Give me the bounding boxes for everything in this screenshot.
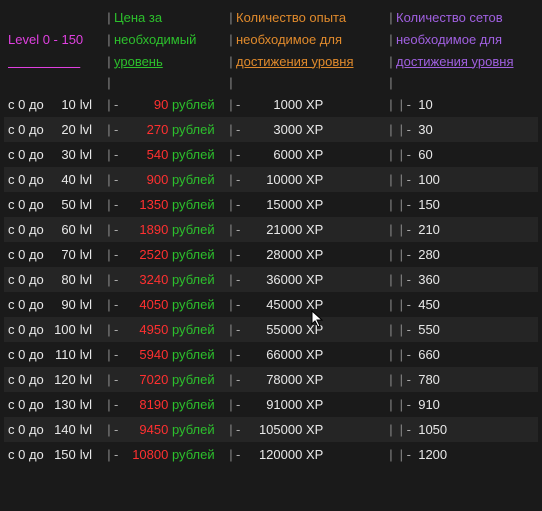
sets-cell: | - 660 [396,347,536,362]
level-cell: с 0 до110lvl [8,347,104,362]
xp-cell: -55000 XP [236,322,386,337]
table-row: с 0 до130lvl|-8190 рублей|-91000 XP| | -… [4,392,538,417]
level-cell: с 0 до20lvl [8,122,104,137]
table-row: с 0 до10lvl|-90 рублей|-1000 XP| | - 10 [4,92,538,117]
level-cell: с 0 до70lvl [8,247,104,262]
level-cell: с 0 до50lvl [8,197,104,212]
xp-cell: -66000 XP [236,347,386,362]
table-row: с 0 до60lvl|-1890 рублей|-21000 XP| | - … [4,217,538,242]
level-cell: с 0 до40lvl [8,172,104,187]
price-cell: -7020 рублей [114,372,226,387]
table-row: с 0 до30lvl|-540 рублей|-6000 XP| | - 60 [4,142,538,167]
level-cell: с 0 до140lvl [8,422,104,437]
header-price-3: уровень [114,54,226,69]
sets-cell: | - 10 [396,97,536,112]
sets-cell: | - 280 [396,247,536,262]
table-row: с 0 до80lvl|-3240 рублей|-36000 XP| | - … [4,267,538,292]
level-cell: с 0 до90lvl [8,297,104,312]
sets-cell: | - 780 [396,372,536,387]
level-cell: с 0 до10lvl [8,97,104,112]
price-cell: -4050 рублей [114,297,226,312]
table-row: с 0 до20lvl|-270 рублей|-3000 XP| | - 30 [4,117,538,142]
header-row-1: | Цена за | Количество опыта | Количеств… [4,6,538,28]
price-cell: -5940 рублей [114,347,226,362]
xp-cell: -10000 XP [236,172,386,187]
header-price-1: Цена за [114,10,226,25]
sets-cell: | - 1050 [396,422,536,437]
price-cell: -8190 рублей [114,397,226,412]
sets-cell: | - 1200 [396,447,536,462]
xp-cell: -3000 XP [236,122,386,137]
price-cell: -2520 рублей [114,247,226,262]
price-cell: -540 рублей [114,147,226,162]
header-sets-1: Количество сетов [396,10,536,25]
table-row: с 0 до50lvl|-1350 рублей|-15000 XP| | - … [4,192,538,217]
table-title: Level 0 - 150 [8,32,104,47]
price-cell: -90 рублей [114,97,226,112]
header-row-3: | уровень | достижения уровня | достижен… [4,50,538,72]
price-cell: -1350 рублей [114,197,226,212]
header-row-2: Level 0 - 150 | необходимый | необходимо… [4,28,538,50]
level-cell: с 0 до80lvl [8,272,104,287]
sets-cell: | - 60 [396,147,536,162]
sets-cell: | - 30 [396,122,536,137]
xp-cell: -15000 XP [236,197,386,212]
xp-cell: -120000 XP [236,447,386,462]
price-cell: -270 рублей [114,122,226,137]
sets-cell: | - 210 [396,222,536,237]
level-cell: с 0 до30lvl [8,147,104,162]
sets-cell: | - 450 [396,297,536,312]
price-cell: -4950 рублей [114,322,226,337]
table-body: с 0 до10lvl|-90 рублей|-1000 XP| | - 10с… [4,92,538,467]
table-row: с 0 до140lvl|-9450 рублей|-105000 XP| | … [4,417,538,442]
sets-cell: | - 100 [396,172,536,187]
xp-cell: -6000 XP [236,147,386,162]
level-cell: с 0 до150lvl [8,447,104,462]
level-cell: с 0 до60lvl [8,222,104,237]
table-row: с 0 до90lvl|-4050 рублей|-45000 XP| | - … [4,292,538,317]
price-cell: -1890 рублей [114,222,226,237]
sets-cell: | - 360 [396,272,536,287]
sets-cell: | - 910 [396,397,536,412]
level-cell: с 0 до100lvl [8,322,104,337]
price-cell: -9450 рублей [114,422,226,437]
level-cell: с 0 до130lvl [8,397,104,412]
table-row: с 0 до110lvl|-5940 рублей|-66000 XP| | -… [4,342,538,367]
xp-cell: -78000 XP [236,372,386,387]
price-cell: -3240 рублей [114,272,226,287]
table-row: с 0 до40lvl|-900 рублей|-10000 XP| | - 1… [4,167,538,192]
xp-cell: -1000 XP [236,97,386,112]
pricing-table: | Цена за | Количество опыта | Количеств… [0,0,542,511]
sets-cell: | - 150 [396,197,536,212]
header-price-2: необходимый [114,32,226,47]
separator-row: | | | [4,72,538,92]
xp-cell: -91000 XP [236,397,386,412]
price-cell: -900 рублей [114,172,226,187]
sets-cell: | - 550 [396,322,536,337]
table-row: с 0 до150lvl|-10800 рублей|-120000 XP| |… [4,442,538,467]
price-cell: -10800 рублей [114,447,226,462]
table-row: с 0 до100lvl|-4950 рублей|-55000 XP| | -… [4,317,538,342]
xp-cell: -21000 XP [236,222,386,237]
table-row: с 0 до70lvl|-2520 рублей|-28000 XP| | - … [4,242,538,267]
header-sets-2: необходимое для [396,32,536,47]
table-row: с 0 до120lvl|-7020 рублей|-78000 XP| | -… [4,367,538,392]
header-xp-3: достижения уровня [236,54,386,69]
header-xp-2: необходимое для [236,32,386,47]
header-sets-3: достижения уровня [396,54,536,69]
level-cell: с 0 до120lvl [8,372,104,387]
xp-cell: -45000 XP [236,297,386,312]
xp-cell: -36000 XP [236,272,386,287]
xp-cell: -105000 XP [236,422,386,437]
xp-cell: -28000 XP [236,247,386,262]
header-xp-1: Количество опыта [236,10,386,25]
